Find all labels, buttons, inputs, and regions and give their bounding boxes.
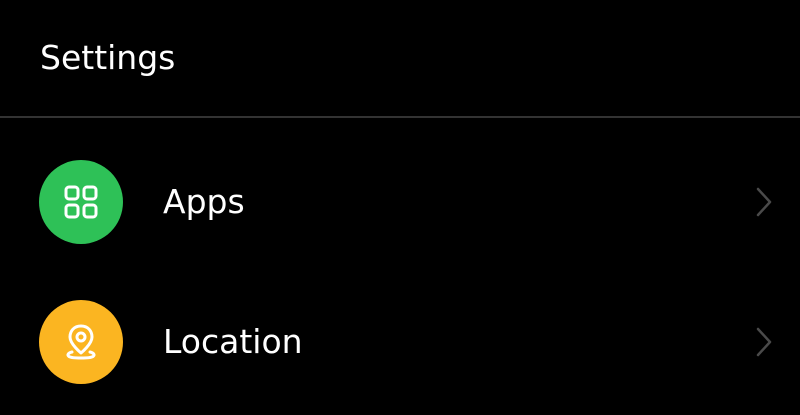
- settings-item-apps[interactable]: Apps: [0, 130, 800, 270]
- apps-icon-badge: [39, 160, 123, 244]
- chevron-right-icon: [756, 187, 772, 217]
- location-pin-icon: [66, 324, 96, 360]
- header-divider: [0, 116, 800, 118]
- page-title: Settings: [40, 38, 176, 77]
- settings-header: Settings: [0, 0, 800, 117]
- settings-item-label: Location: [163, 322, 303, 361]
- chevron-right-icon: [756, 327, 772, 357]
- grid-icon: [64, 185, 98, 219]
- settings-item-location[interactable]: Location: [0, 270, 800, 410]
- settings-item-label: Apps: [163, 182, 245, 221]
- location-icon-badge: [39, 300, 123, 384]
